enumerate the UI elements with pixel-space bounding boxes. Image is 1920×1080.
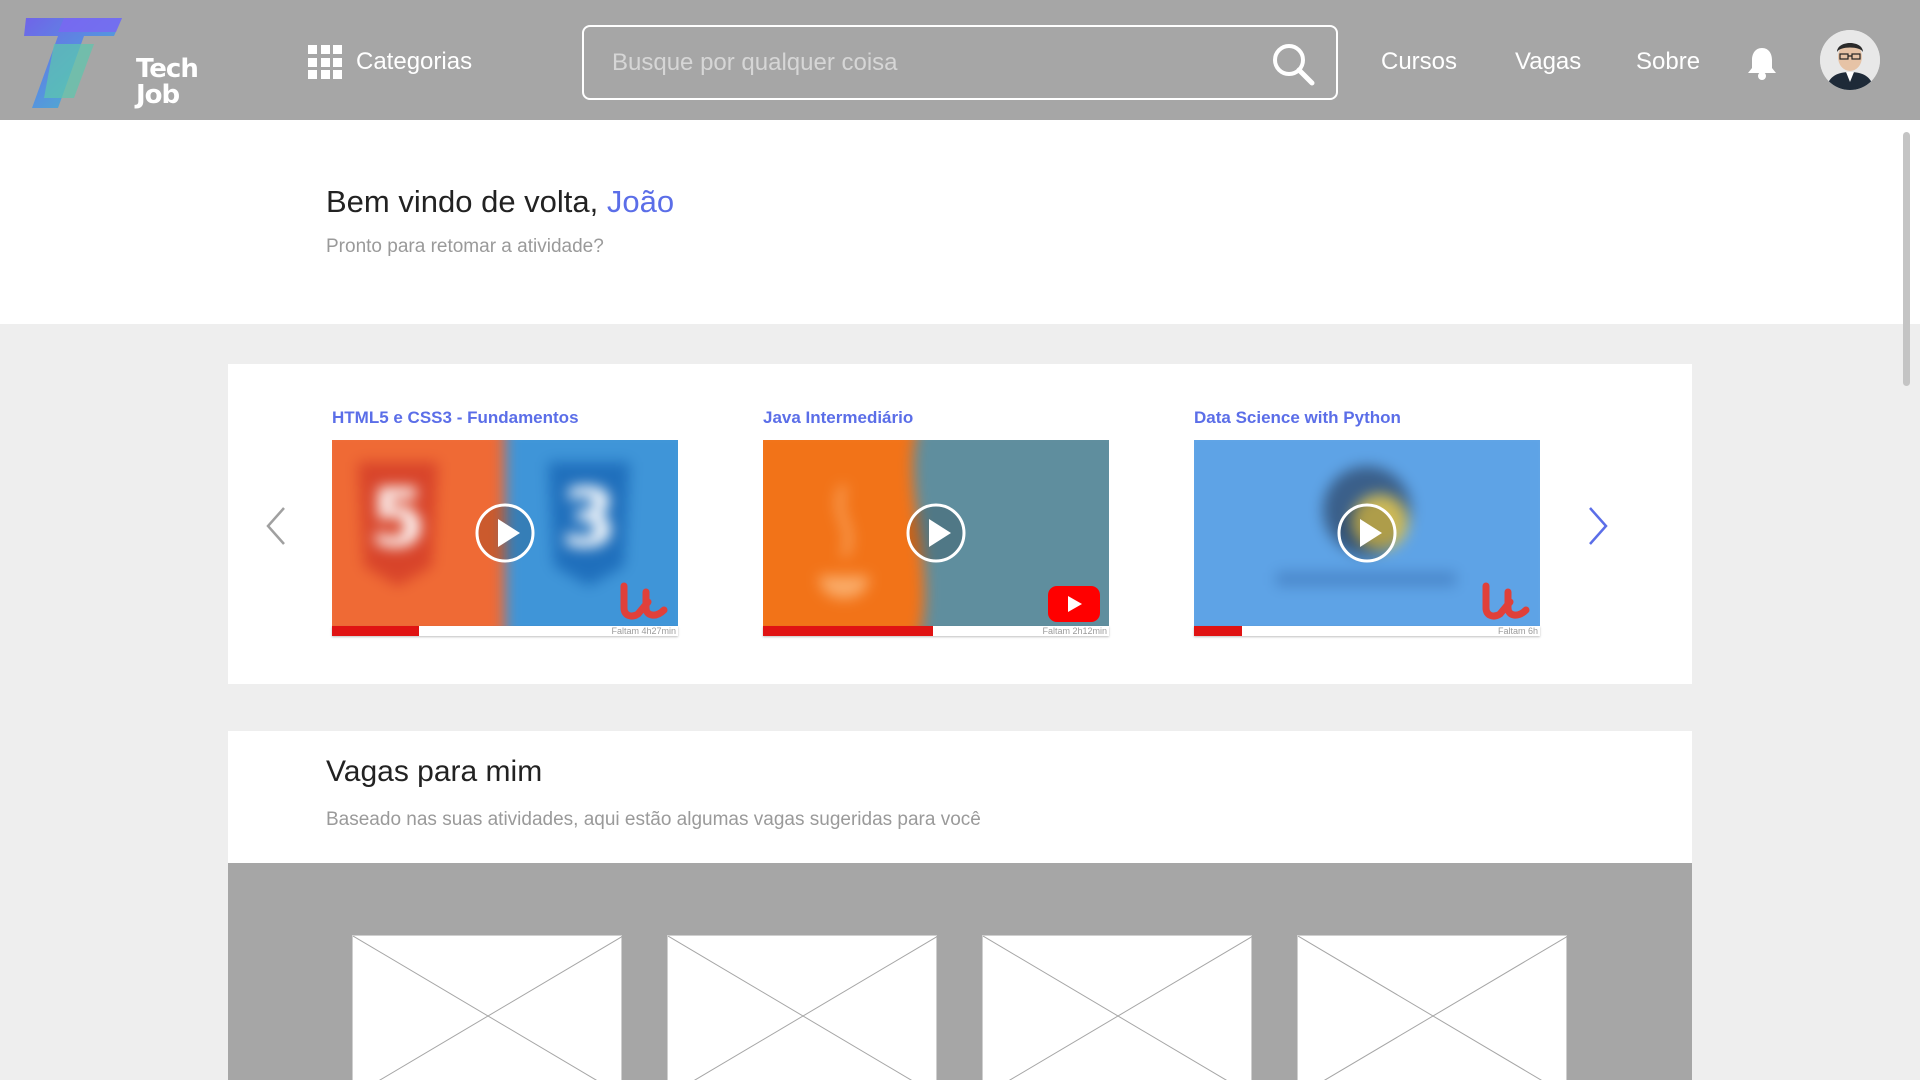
course-remaining-time: Faltam 2h12min bbox=[1042, 626, 1107, 636]
welcome-user-name: João bbox=[606, 184, 675, 219]
user-avatar[interactable] bbox=[1820, 30, 1880, 90]
jobs-title: Vagas para mim bbox=[326, 755, 543, 788]
job-card[interactable] bbox=[667, 935, 939, 1080]
image-placeholder-icon bbox=[982, 935, 1254, 1080]
course-remaining-time: Faltam 6h bbox=[1497, 626, 1538, 636]
svg-text:3: 3 bbox=[561, 472, 617, 565]
bell-icon[interactable] bbox=[1745, 45, 1779, 81]
jobs-list bbox=[228, 863, 1692, 1080]
page-scrollbar[interactable] bbox=[1903, 132, 1910, 386]
image-placeholder-icon bbox=[352, 935, 624, 1080]
course-progress-fill bbox=[1194, 626, 1243, 636]
course-progress-bar: Faltam 6h bbox=[1194, 626, 1540, 636]
job-card[interactable] bbox=[982, 935, 1254, 1080]
course-thumbnail: 5 3 bbox=[332, 440, 678, 626]
carousel-next-icon[interactable] bbox=[1582, 504, 1612, 548]
jobs-subtitle: Baseado nas suas atividades, aqui estão … bbox=[326, 809, 981, 830]
welcome-title: Bem vindo de volta, João bbox=[326, 184, 674, 220]
course-progress-fill bbox=[332, 626, 419, 636]
svg-text:5: 5 bbox=[370, 472, 426, 565]
course-progress-fill bbox=[763, 626, 933, 636]
course-card[interactable]: Java Intermediário Faltam 2h12min bbox=[763, 408, 1109, 636]
youtube-icon bbox=[1048, 586, 1100, 622]
play-icon[interactable] bbox=[1336, 502, 1398, 564]
welcome-subtitle: Pronto para retomar a atividade? bbox=[326, 236, 604, 257]
welcome-section: Bem vindo de volta, João Pronto para ret… bbox=[0, 120, 1920, 324]
courses-carousel: HTML5 e CSS3 - Fundamentos 5 3 Faltam 4h… bbox=[228, 364, 1692, 684]
udemy-icon bbox=[1482, 582, 1530, 620]
search-icon[interactable] bbox=[1270, 41, 1316, 87]
course-title: Data Science with Python bbox=[1194, 408, 1401, 427]
categories-menu-button[interactable]: Categorias bbox=[308, 45, 472, 79]
udemy-icon bbox=[620, 582, 668, 620]
categories-label: Categorias bbox=[356, 48, 473, 75]
image-placeholder-icon bbox=[1297, 935, 1569, 1080]
nav-link-cursos[interactable]: Cursos bbox=[1381, 48, 1457, 76]
welcome-greeting: Bem vindo de volta, bbox=[326, 184, 599, 219]
job-card[interactable] bbox=[1297, 935, 1569, 1080]
user-photo-icon bbox=[1820, 30, 1880, 90]
play-icon[interactable] bbox=[905, 502, 967, 564]
nav-link-sobre[interactable]: Sobre bbox=[1636, 48, 1700, 76]
nav-link-vagas[interactable]: Vagas bbox=[1515, 48, 1581, 76]
logo-text: Tech Job bbox=[136, 54, 199, 110]
techjob-logo[interactable]: Tech Job bbox=[24, 14, 199, 110]
jobs-section-header: Vagas para mim Baseado nas suas atividad… bbox=[228, 731, 1692, 863]
course-card[interactable]: Data Science with Python Faltam 6h bbox=[1194, 408, 1540, 636]
job-card[interactable] bbox=[352, 935, 624, 1080]
image-placeholder-icon bbox=[667, 935, 939, 1080]
course-progress-bar: Faltam 4h27min bbox=[332, 626, 678, 636]
course-thumbnail bbox=[763, 440, 1109, 626]
search-input[interactable] bbox=[612, 43, 1232, 83]
grid-menu-icon bbox=[308, 45, 342, 79]
search-bar bbox=[582, 25, 1338, 100]
course-progress-bar: Faltam 2h12min bbox=[763, 626, 1109, 636]
course-card[interactable]: HTML5 e CSS3 - Fundamentos 5 3 Faltam 4h… bbox=[332, 408, 678, 636]
course-thumbnail bbox=[1194, 440, 1540, 626]
play-icon[interactable] bbox=[474, 502, 536, 564]
carousel-prev-icon[interactable] bbox=[262, 504, 292, 548]
course-title: Java Intermediário bbox=[763, 408, 914, 427]
course-remaining-time: Faltam 4h27min bbox=[611, 626, 676, 636]
top-navigation-bar: Tech Job Categorias Cursos Vagas Sobre bbox=[0, 0, 1920, 120]
course-title: HTML5 e CSS3 - Fundamentos bbox=[332, 408, 579, 427]
